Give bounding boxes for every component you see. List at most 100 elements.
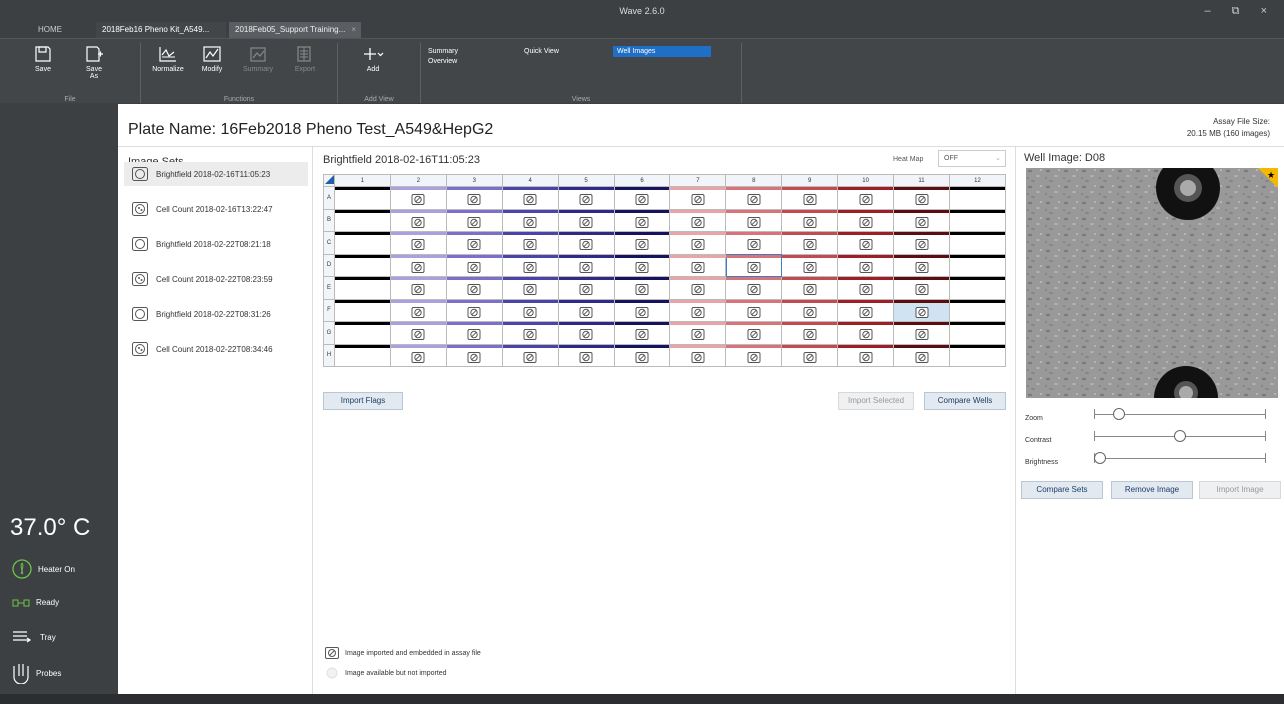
grid-corner[interactable]: [323, 174, 335, 187]
image-set-item[interactable]: Cell Count 2018-02-16T13:22:47: [124, 197, 308, 221]
column-header[interactable]: 10: [837, 174, 895, 187]
row-header[interactable]: A: [323, 186, 335, 210]
probes-button[interactable]: Probes: [12, 662, 61, 684]
well-cell[interactable]: [389, 298, 447, 322]
compare-sets-button[interactable]: Compare Sets: [1021, 481, 1103, 499]
well-cell[interactable]: [948, 231, 1007, 255]
well-cell[interactable]: [669, 208, 727, 232]
well-cell[interactable]: [389, 321, 447, 345]
well-cell[interactable]: [334, 343, 391, 367]
well-cell[interactable]: [501, 276, 559, 300]
well-cell[interactable]: [501, 231, 559, 255]
well-cell[interactable]: [893, 276, 950, 300]
well-cell[interactable]: [781, 231, 839, 255]
summary-button[interactable]: Summary: [239, 45, 277, 73]
well-cell[interactable]: [501, 321, 559, 345]
well-cell[interactable]: [948, 321, 1007, 345]
well-cell[interactable]: [837, 343, 895, 367]
well-cell[interactable]: [557, 343, 615, 367]
well-cell[interactable]: [501, 343, 559, 367]
well-cell[interactable]: [334, 276, 391, 300]
compare-wells-button[interactable]: Compare Wells: [924, 392, 1006, 410]
well-cell[interactable]: [557, 186, 615, 210]
well-cell[interactable]: [893, 321, 950, 345]
image-set-item[interactable]: Cell Count 2018-02-22T08:23:59: [124, 267, 308, 291]
view-overview[interactable]: Overview: [424, 56, 461, 67]
well-cell[interactable]: [669, 298, 727, 322]
well-image-view[interactable]: ★: [1026, 168, 1278, 398]
well-cell[interactable]: [445, 186, 503, 210]
well-cell[interactable]: [781, 343, 839, 367]
well-cell[interactable]: [893, 208, 950, 232]
add-view-button[interactable]: Add: [354, 45, 392, 73]
well-cell[interactable]: [389, 253, 447, 277]
well-cell[interactable]: [781, 321, 839, 345]
well-cell[interactable]: [725, 186, 783, 210]
row-header[interactable]: G: [323, 321, 335, 345]
view-well-images[interactable]: Well Images: [613, 46, 711, 57]
well-cell[interactable]: [725, 298, 783, 322]
well-cell[interactable]: [445, 321, 503, 345]
well-cell[interactable]: [613, 321, 671, 345]
zoom-slider[interactable]: [1094, 408, 1266, 420]
image-set-item[interactable]: Brightfield 2018-02-22T08:21:18: [124, 232, 308, 256]
well-cell[interactable]: [557, 321, 615, 345]
well-cell[interactable]: [389, 186, 447, 210]
well-cell[interactable]: [334, 321, 391, 345]
well-cell[interactable]: [725, 321, 783, 345]
well-cell[interactable]: [613, 343, 671, 367]
well-cell[interactable]: [725, 276, 783, 300]
remove-image-button[interactable]: Remove Image: [1111, 481, 1193, 499]
export-button[interactable]: Export: [286, 45, 324, 73]
well-cell[interactable]: [837, 321, 895, 345]
column-header[interactable]: 7: [669, 174, 727, 187]
brightness-slider[interactable]: [1094, 452, 1266, 464]
tray-button[interactable]: Tray: [12, 630, 56, 644]
well-cell[interactable]: [725, 343, 783, 367]
well-cell[interactable]: [837, 298, 895, 322]
well-cell[interactable]: [557, 298, 615, 322]
import-selected-button[interactable]: Import Selected: [838, 392, 914, 410]
well-cell[interactable]: [893, 298, 950, 322]
slider-thumb[interactable]: [1113, 408, 1126, 420]
well-cell[interactable]: [725, 231, 783, 255]
well-cell[interactable]: [781, 253, 839, 277]
column-header[interactable]: 8: [725, 174, 783, 187]
well-cell[interactable]: [837, 231, 895, 255]
well-cell[interactable]: [501, 253, 559, 277]
row-header[interactable]: H: [323, 343, 335, 367]
well-cell[interactable]: [948, 298, 1007, 322]
well-cell[interactable]: [893, 253, 950, 277]
well-cell[interactable]: [334, 253, 391, 277]
well-cell[interactable]: [948, 253, 1007, 277]
well-cell[interactable]: [389, 231, 447, 255]
slider-thumb[interactable]: [1094, 452, 1106, 464]
tab-pheno-kit[interactable]: 2018Feb16 Pheno Kit_A549...: [96, 22, 226, 38]
column-header[interactable]: 3: [445, 174, 503, 187]
well-cell[interactable]: [557, 276, 615, 300]
save-as-button[interactable]: Save As: [75, 45, 113, 80]
well-cell[interactable]: [781, 186, 839, 210]
well-cell[interactable]: [334, 208, 391, 232]
column-header[interactable]: 1: [334, 174, 391, 187]
well-cell[interactable]: [613, 186, 671, 210]
well-cell[interactable]: [445, 343, 503, 367]
row-header[interactable]: F: [323, 298, 335, 322]
well-cell[interactable]: [669, 231, 727, 255]
well-cell[interactable]: [501, 298, 559, 322]
column-header[interactable]: 6: [613, 174, 671, 187]
import-flags-button[interactable]: Import Flags: [323, 392, 403, 410]
well-cell[interactable]: [669, 276, 727, 300]
well-cell[interactable]: [334, 186, 391, 210]
image-set-item[interactable]: Cell Count 2018-02-22T08:34:46: [124, 337, 308, 361]
well-cell[interactable]: [669, 253, 727, 277]
well-cell[interactable]: [445, 276, 503, 300]
well-cell[interactable]: [893, 343, 950, 367]
well-cell[interactable]: [669, 321, 727, 345]
well-cell[interactable]: [948, 276, 1007, 300]
well-cell[interactable]: [837, 253, 895, 277]
well-cell[interactable]: [893, 231, 950, 255]
normalize-button[interactable]: Normalize: [146, 45, 190, 73]
column-header[interactable]: 12: [948, 174, 1007, 187]
well-cell[interactable]: [445, 231, 503, 255]
